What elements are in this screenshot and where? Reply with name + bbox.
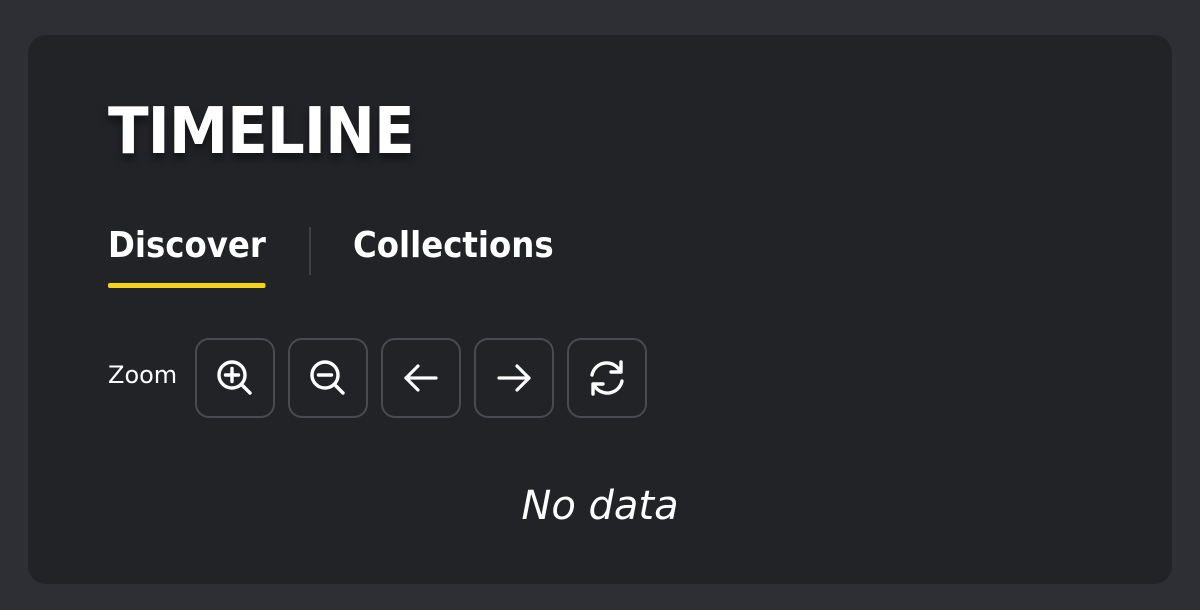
zoom-out-icon: [310, 360, 345, 395]
panel-title: TIMELINE: [108, 95, 415, 169]
tab-discover[interactable]: Discover: [108, 221, 267, 288]
tab-divider: [309, 227, 312, 275]
zoom-out-button[interactable]: [288, 338, 369, 418]
zoom-toolbar: Zoom: [108, 337, 660, 419]
zoom-in-button[interactable]: [195, 338, 276, 418]
empty-state-message: No data: [521, 483, 679, 529]
reset-button[interactable]: [567, 338, 648, 418]
pan-right-button[interactable]: [474, 338, 555, 418]
timeline-panel: TIMELINE Discover Collections Zoom No da…: [28, 35, 1172, 584]
zoom-in-icon: [217, 360, 252, 395]
zoom-label: Zoom: [108, 361, 178, 389]
pan-left-button[interactable]: [381, 338, 462, 418]
refresh-icon: [590, 360, 624, 396]
tab-collections[interactable]: Collections: [353, 221, 554, 271]
arrow-left-icon: [404, 364, 438, 392]
tab-bar: Discover Collections: [108, 221, 576, 293]
arrow-right-icon: [497, 364, 531, 392]
